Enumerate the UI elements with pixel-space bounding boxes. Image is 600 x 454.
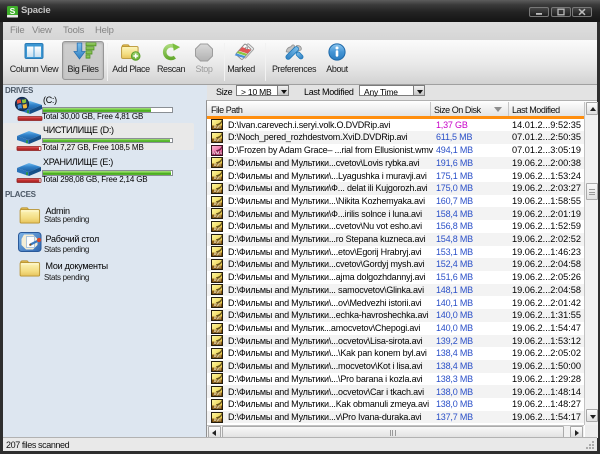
svg-text:AVI: AVI [213, 277, 220, 282]
svg-text:AVI: AVI [213, 239, 220, 244]
svg-text:AVI: AVI [213, 290, 220, 295]
svg-text:AVI: AVI [213, 328, 220, 333]
svg-text:AVI: AVI [213, 379, 220, 384]
svg-text:AVI: AVI [213, 176, 220, 181]
svg-text:AVI: AVI [213, 366, 220, 371]
svg-text:S: S [10, 6, 16, 16]
svg-text:AVI: AVI [213, 341, 220, 346]
svg-text:AVI: AVI [213, 316, 220, 321]
svg-text:AVI: AVI [213, 392, 220, 397]
svg-text:AVI: AVI [213, 138, 220, 143]
svg-text:AVI: AVI [213, 417, 220, 422]
svg-text:AVI: AVI [213, 125, 220, 130]
svg-text:AVI: AVI [213, 214, 220, 219]
svg-text:AVI: AVI [213, 404, 220, 409]
svg-text:AVI: AVI [213, 188, 220, 193]
svg-text:AVI: AVI [213, 252, 220, 257]
svg-text:AVI: AVI [213, 265, 220, 270]
svg-text:AVI: AVI [213, 201, 220, 206]
svg-text:AVI: AVI [213, 227, 220, 232]
svg-text:AVI: AVI [213, 303, 220, 308]
svg-text:WMA: WMA [212, 150, 222, 155]
svg-text:AVI: AVI [213, 163, 220, 168]
svg-text:AVI: AVI [213, 354, 220, 359]
